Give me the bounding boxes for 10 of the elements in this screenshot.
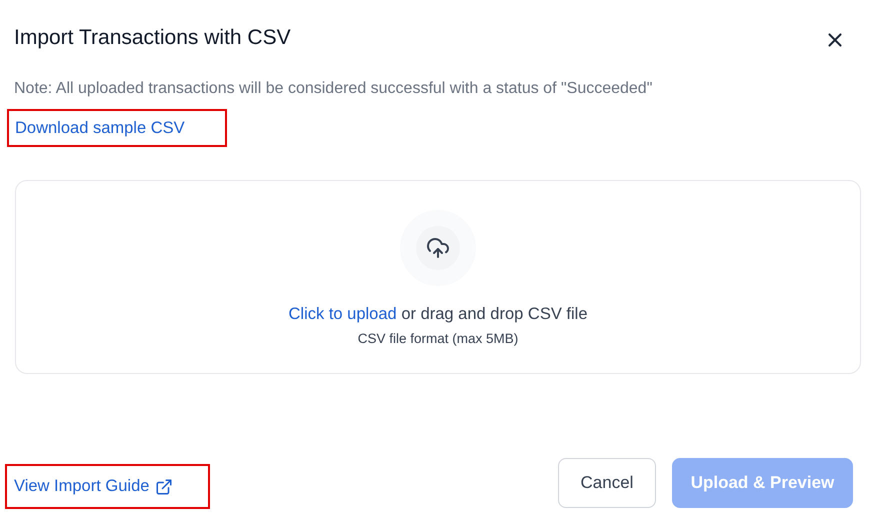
upload-dropzone[interactable]: Click to upload or drag and drop CSV file CSV file format (max 5MB): [15, 180, 861, 374]
download-sample-link[interactable]: Download sample CSV: [7, 108, 227, 148]
dialog-title: Import Transactions with CSV: [14, 25, 291, 51]
note-text: Note: All uploaded transactions will be considered successful with a status of "Succeeded": [13, 78, 654, 98]
import-guide-link[interactable]: View Import Guide: [5, 464, 210, 509]
click-to-upload-link[interactable]: Click to upload: [288, 305, 397, 324]
upload-instructions: Click to upload or drag and drop CSV file: [288, 304, 588, 326]
cancel-button[interactable]: Cancel: [558, 458, 656, 508]
file-format-hint: CSV file format (max 5MB): [358, 330, 518, 348]
external-link-icon: [155, 478, 174, 496]
